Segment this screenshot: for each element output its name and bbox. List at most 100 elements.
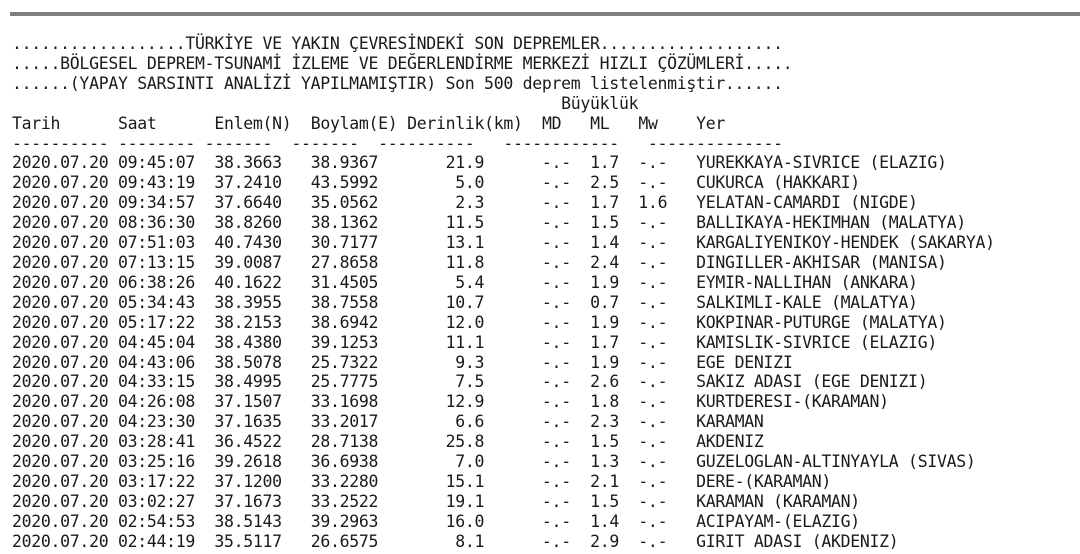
cell-derinlik: 11.8	[445, 252, 485, 272]
cell-saat: 05:17:22	[117, 312, 196, 332]
cell-derinlik: 25.8	[445, 432, 485, 452]
cell-derinlik: 6.6	[455, 412, 485, 432]
cell-derinlik: 21.9	[445, 153, 485, 173]
cell-saat: 03:28:41	[117, 432, 196, 452]
cell-tarih: 2020.07.20	[12, 213, 109, 233]
cell-mw: -.-	[638, 491, 668, 511]
table-row: 2020.07.20 09:34:57 37.6640 35.0562 2.3 …	[12, 193, 995, 213]
cell-enlem: 38.4995	[214, 372, 282, 392]
cell-md: -.-	[541, 372, 571, 392]
cell-yer: ACIPAYAM-(ELAZIG)	[696, 511, 860, 531]
table-row: 2020.07.20 05:17:22 38.2153 38.6942 12.0…	[12, 313, 995, 333]
column-header-tarih: Tarih	[12, 113, 61, 133]
cell-ml: 2.3	[590, 412, 620, 432]
cell-yer: KURTDERESI-(KARAMAN)	[696, 392, 889, 412]
column-header-enlem: Enlem(N)	[214, 113, 292, 133]
cell-enlem: 37.1507	[214, 392, 282, 412]
cell-boylam: 38.6942	[310, 312, 379, 332]
cell-yer: YELATAN-CAMARDI (NIGDE)	[696, 193, 918, 213]
cell-saat: 04:26:08	[117, 392, 196, 412]
cell-boylam: 26.6575	[310, 531, 379, 551]
cell-saat: 03:25:16	[117, 452, 196, 472]
table-row: 2020.07.20 09:45:07 38.3663 38.9367 21.9…	[12, 153, 995, 173]
cell-derinlik: 11.1	[445, 332, 485, 352]
cell-md: -.-	[541, 153, 571, 173]
table-row: 2020.07.20 09:43:19 37.2410 43.5992 5.0 …	[12, 173, 995, 193]
cell-ml: 1.9	[590, 352, 620, 372]
cell-yer: SALKIMLI-KALE (MALATYA)	[696, 292, 918, 312]
cell-tarih: 2020.07.20	[12, 452, 109, 472]
cell-mw: -.-	[638, 471, 668, 491]
cell-boylam: 38.7558	[310, 292, 379, 312]
cell-boylam: 33.2280	[310, 471, 379, 491]
cell-derinlik: 5.0	[455, 173, 485, 193]
cell-enlem: 37.1200	[214, 471, 282, 491]
cell-derinlik: 13.1	[445, 233, 485, 253]
cell-boylam: 33.2017	[310, 412, 379, 432]
cell-tarih: 2020.07.20	[12, 432, 109, 452]
cell-mw: -.-	[638, 252, 668, 272]
cell-enlem: 37.1635	[214, 412, 282, 432]
table-row: 2020.07.20 03:25:16 39.2618 36.6938 7.0 …	[12, 452, 995, 472]
cell-md: -.-	[541, 213, 571, 233]
cell-mw: -.-	[638, 173, 668, 193]
cell-yer: EGE DENIZI	[696, 352, 793, 372]
table-row: 2020.07.20 03:17:22 37.1200 33.2280 15.1…	[12, 472, 995, 492]
cell-enlem: 38.3663	[214, 153, 282, 173]
table-row: 2020.07.20 05:34:43 38.3955 38.7558 10.7…	[12, 293, 995, 313]
cell-saat: 04:33:15	[117, 372, 196, 392]
cell-yer: YUREKKAYA-SIVRICE (ELAZIG)	[696, 153, 947, 173]
cell-enlem: 38.5143	[214, 511, 282, 531]
cell-enlem: 38.3955	[214, 292, 282, 312]
column-header-mw: Mw	[638, 113, 658, 133]
cell-saat: 04:45:04	[117, 332, 196, 352]
column-underline: ---------- -------- ------- ------- ----…	[12, 134, 995, 154]
cell-mw: -.-	[638, 372, 668, 392]
cell-md: -.-	[541, 511, 571, 531]
earthquake-listing: ..................TÜRKİYE VE YAKIN ÇEVRE…	[12, 34, 995, 552]
cell-boylam: 31.4505	[310, 272, 379, 292]
cell-tarih: 2020.07.20	[12, 292, 109, 312]
cell-ml: 1.8	[590, 392, 620, 412]
cell-mw: -.-	[638, 292, 668, 312]
cell-ml: 2.5	[590, 173, 620, 193]
cell-boylam: 36.6938	[310, 452, 379, 472]
cell-boylam: 39.1253	[310, 332, 379, 352]
cell-tarih: 2020.07.20	[12, 252, 109, 272]
cell-md: -.-	[541, 452, 571, 472]
cell-tarih: 2020.07.20	[12, 352, 109, 372]
header-line-text: ..................TÜRKİYE VE YAKIN ÇEVRE…	[12, 34, 783, 53]
cell-tarih: 2020.07.20	[12, 511, 109, 531]
cell-boylam: 38.1362	[310, 213, 379, 233]
cell-boylam: 27.8658	[310, 252, 379, 272]
cell-tarih: 2020.07.20	[12, 272, 109, 292]
cell-mw: -.-	[638, 352, 668, 372]
cell-yer: BALLIKAYA-HEKIMHAN (MALATYA)	[696, 213, 966, 233]
cell-enlem: 35.5117	[214, 531, 282, 551]
magnitude-group-line: Büyüklük	[12, 94, 995, 114]
cell-md: -.-	[541, 392, 571, 412]
cell-derinlik: 15.1	[445, 471, 485, 491]
cell-md: -.-	[541, 352, 571, 372]
cell-derinlik: 19.1	[445, 491, 485, 511]
header-line-text: ......(YAPAY SARSINTI ANALİZİ YAPILMAMIŞ…	[12, 73, 783, 93]
cell-mw: -.-	[638, 332, 668, 352]
cell-boylam: 33.1698	[310, 392, 379, 412]
cell-ml: 1.7	[590, 332, 620, 352]
cell-boylam: 35.0562	[310, 193, 379, 213]
cell-md: -.-	[541, 173, 571, 193]
cell-enlem: 37.1673	[214, 491, 282, 511]
cell-tarih: 2020.07.20	[12, 491, 109, 511]
cell-yer: DINGILLER-AKHISAR (MANISA)	[696, 252, 947, 272]
cell-md: -.-	[541, 332, 571, 352]
cell-derinlik: 10.7	[445, 292, 485, 312]
cell-tarih: 2020.07.20	[12, 233, 109, 253]
cell-saat: 07:51:03	[117, 233, 196, 253]
cell-saat: 09:43:19	[117, 173, 196, 193]
cell-derinlik: 12.0	[445, 312, 485, 332]
cell-ml: 1.5	[590, 432, 620, 452]
cell-boylam: 33.2522	[310, 491, 379, 511]
cell-enlem: 37.6640	[214, 193, 282, 213]
cell-derinlik: 8.1	[455, 531, 485, 551]
cell-yer: EYMIR-NALLIHAN (ANKARA)	[696, 272, 918, 292]
